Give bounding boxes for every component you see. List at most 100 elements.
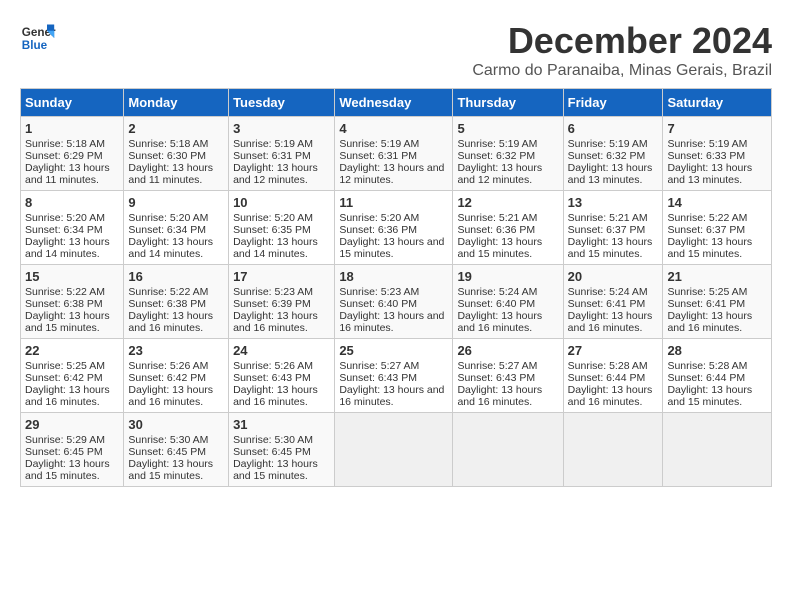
calendar-cell [335, 413, 453, 487]
calendar-cell: 6Sunrise: 5:19 AMSunset: 6:32 PMDaylight… [563, 117, 663, 191]
day-info: Daylight: 13 hours and 16 minutes. [233, 310, 330, 334]
day-info: Daylight: 13 hours and 16 minutes. [128, 310, 224, 334]
day-info: Sunset: 6:38 PM [128, 298, 224, 310]
day-info: Sunset: 6:31 PM [339, 150, 448, 162]
day-info: Daylight: 13 hours and 16 minutes. [667, 310, 767, 334]
day-info: Sunrise: 5:18 AM [128, 138, 224, 150]
day-info: Sunset: 6:34 PM [128, 224, 224, 236]
calendar-cell: 23Sunrise: 5:26 AMSunset: 6:42 PMDayligh… [124, 339, 229, 413]
day-number: 28 [667, 343, 767, 358]
day-info: Sunrise: 5:24 AM [568, 286, 659, 298]
calendar-cell: 9Sunrise: 5:20 AMSunset: 6:34 PMDaylight… [124, 191, 229, 265]
day-info: Sunrise: 5:21 AM [457, 212, 558, 224]
day-number: 22 [25, 343, 119, 358]
day-info: Sunrise: 5:20 AM [233, 212, 330, 224]
calendar-cell: 28Sunrise: 5:28 AMSunset: 6:44 PMDayligh… [663, 339, 772, 413]
day-info: Daylight: 13 hours and 12 minutes. [457, 162, 558, 186]
calendar-cell: 3Sunrise: 5:19 AMSunset: 6:31 PMDaylight… [229, 117, 335, 191]
calendar-cell: 2 Sunrise: 5:18 AMSunset: 6:30 PMDaylight… [124, 117, 229, 191]
day-info: Sunrise: 5:22 AM [128, 286, 224, 298]
day-info: Sunrise: 5:28 AM [667, 360, 767, 372]
day-info: Sunset: 6:36 PM [339, 224, 448, 236]
week-row-1: 1Sunrise: 5:18 AMSunset: 6:29 PMDaylight… [21, 117, 772, 191]
day-header-saturday: Saturday [663, 89, 772, 117]
day-info: Sunset: 6:32 PM [568, 150, 659, 162]
day-info: Sunset: 6:32 PM [457, 150, 558, 162]
day-info: Daylight: 13 hours and 15 minutes. [457, 236, 558, 260]
calendar-cell: 10Sunrise: 5:20 AMSunset: 6:35 PMDayligh… [229, 191, 335, 265]
day-info: Sunrise: 5:23 AM [233, 286, 330, 298]
day-info: Sunrise: 5:19 AM [667, 138, 767, 150]
day-info: Sunset: 6:37 PM [568, 224, 659, 236]
calendar-cell: 21Sunrise: 5:25 AMSunset: 6:41 PMDayligh… [663, 265, 772, 339]
day-info: Sunrise: 5:26 AM [128, 360, 224, 372]
calendar-cell: 17Sunrise: 5:23 AMSunset: 6:39 PMDayligh… [229, 265, 335, 339]
calendar-cell: 1Sunrise: 5:18 AMSunset: 6:29 PMDaylight… [21, 117, 124, 191]
day-info: Sunset: 6:41 PM [667, 298, 767, 310]
day-info: Daylight: 13 hours and 16 minutes. [568, 384, 659, 408]
day-header-friday: Friday [563, 89, 663, 117]
calendar-cell [453, 413, 563, 487]
day-info: Sunset: 6:33 PM [667, 150, 767, 162]
calendar-cell: 13 Sunrise: 5:21 AMSunset: 6:37 PMDayligh… [563, 191, 663, 265]
day-number: 23 [128, 343, 224, 358]
calendar-cell: 22Sunrise: 5:25 AMSunset: 6:42 PMDayligh… [21, 339, 124, 413]
day-info: Daylight: 13 hours and 15 minutes. [667, 236, 767, 260]
day-number: 3 [233, 121, 330, 136]
day-info: Sunrise: 5:23 AM [339, 286, 448, 298]
day-info: Sunrise: 5:20 AM [128, 212, 224, 224]
day-info: Daylight: 13 hours and 13 minutes. [568, 162, 659, 186]
day-info: Daylight: 13 hours and 15 minutes. [25, 310, 119, 334]
calendar-cell: 20Sunrise: 5:24 AMSunset: 6:41 PMDayligh… [563, 265, 663, 339]
logo: General Blue [20, 20, 56, 56]
day-number: 13 [568, 195, 659, 210]
day-info: Sunset: 6:43 PM [339, 372, 448, 384]
day-number: 10 [233, 195, 330, 210]
day-info: Sunrise: 5:25 AM [667, 286, 767, 298]
day-header-wednesday: Wednesday [335, 89, 453, 117]
day-info: Sunrise: 5:22 AM [667, 212, 767, 224]
day-info: Sunset: 6:45 PM [128, 446, 224, 458]
day-info: Daylight: 13 hours and 11 minutes. [25, 162, 119, 186]
day-number: 15 [25, 269, 119, 284]
day-info: Daylight: 13 hours and 15 minutes. [25, 458, 119, 482]
day-info: Daylight: 13 hours and 16 minutes. [128, 384, 224, 408]
week-row-5: 29Sunrise: 5:29 AMSunset: 6:45 PMDayligh… [21, 413, 772, 487]
page-header: General Blue December 2024 Carmo do Para… [20, 20, 772, 80]
day-info: Daylight: 13 hours and 14 minutes. [25, 236, 119, 260]
day-info: Sunrise: 5:19 AM [233, 138, 330, 150]
day-number: 12 [457, 195, 558, 210]
day-info: Sunset: 6:30 PM [128, 150, 224, 162]
day-info: Sunset: 6:36 PM [457, 224, 558, 236]
day-info: Daylight: 13 hours and 16 minutes. [339, 384, 448, 408]
day-number: 2 [128, 121, 224, 136]
week-row-3: 15Sunrise: 5:22 AMSunset: 6:38 PMDayligh… [21, 265, 772, 339]
calendar-cell: 18Sunrise: 5:23 AMSunset: 6:40 PMDayligh… [335, 265, 453, 339]
day-info: Daylight: 13 hours and 13 minutes. [667, 162, 767, 186]
day-info: Sunrise: 5:21 AM [568, 212, 659, 224]
day-number: 5 [457, 121, 558, 136]
day-info: Sunset: 6:34 PM [25, 224, 119, 236]
day-number: 29 [25, 417, 119, 432]
day-info: Daylight: 13 hours and 15 minutes. [568, 236, 659, 260]
day-info: Sunrise: 5:22 AM [25, 286, 119, 298]
day-info: Sunrise: 5:20 AM [339, 212, 448, 224]
day-number: 27 [568, 343, 659, 358]
calendar-cell: 26Sunrise: 5:27 AMSunset: 6:43 PMDayligh… [453, 339, 563, 413]
day-info: Sunrise: 5:30 AM [233, 434, 330, 446]
day-number: 8 [25, 195, 119, 210]
day-info: Daylight: 13 hours and 15 minutes. [128, 458, 224, 482]
calendar-cell: 7Sunrise: 5:19 AMSunset: 6:33 PMDaylight… [663, 117, 772, 191]
day-info: Daylight: 13 hours and 15 minutes. [233, 458, 330, 482]
calendar-cell: 4Sunrise: 5:19 AMSunset: 6:31 PMDaylight… [335, 117, 453, 191]
day-info: Sunrise: 5:29 AM [25, 434, 119, 446]
calendar-cell: 31Sunrise: 5:30 AMSunset: 6:45 PMDayligh… [229, 413, 335, 487]
day-info: Daylight: 13 hours and 16 minutes. [25, 384, 119, 408]
day-info: Sunrise: 5:18 AM [25, 138, 119, 150]
days-header-row: SundayMondayTuesdayWednesdayThursdayFrid… [21, 89, 772, 117]
day-info: Daylight: 13 hours and 11 minutes. [128, 162, 224, 186]
calendar-cell: 30Sunrise: 5:30 AMSunset: 6:45 PMDayligh… [124, 413, 229, 487]
day-info: Sunset: 6:43 PM [457, 372, 558, 384]
day-info: Daylight: 13 hours and 14 minutes. [233, 236, 330, 260]
svg-text:Blue: Blue [22, 39, 48, 52]
